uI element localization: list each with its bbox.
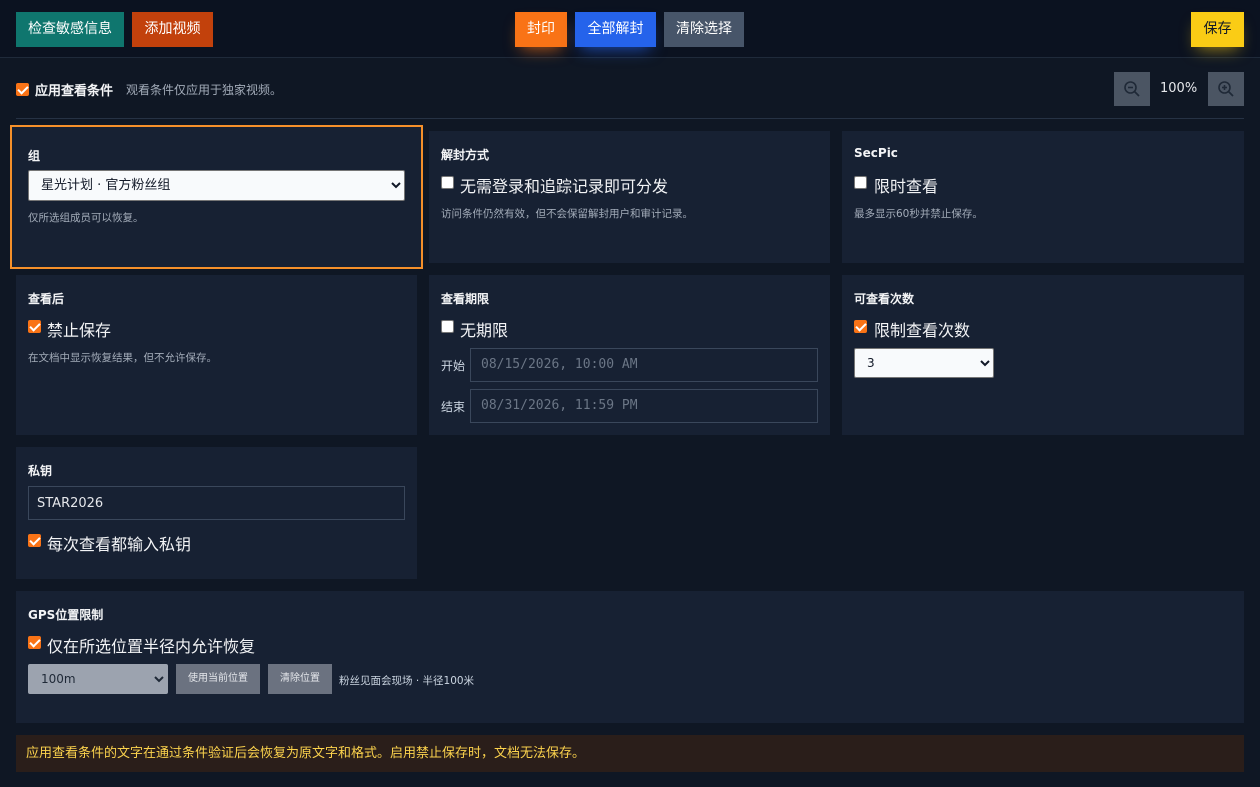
private-key-input[interactable] (28, 486, 405, 520)
start-datetime-input[interactable]: 08/15/2026, 10:00 AM (470, 348, 818, 382)
clear-selection-button[interactable]: 清除选择 (664, 12, 744, 47)
unseal-method-label: 无需登录和追踪记录即可分发 (460, 177, 669, 196)
zoom-in-icon (1218, 81, 1234, 97)
no-save-label: 禁止保存 (47, 321, 112, 340)
gps-radius-label: 仅在所选位置半径内允许恢复 (47, 637, 256, 656)
no-save-checkbox[interactable] (28, 320, 41, 333)
apply-conditions-label: 应用查看条件 (35, 84, 114, 99)
zoom-level: 100% (1160, 81, 1198, 96)
secpic-title: SecPic (854, 146, 898, 160)
gps-title: GPS位置限制 (28, 608, 104, 622)
key-every-view-checkbox[interactable] (28, 534, 41, 547)
group-select[interactable]: 星光计划 · 官方粉丝组 (28, 170, 405, 201)
private-key-card: 私钥 每次查看都输入私钥 (16, 447, 417, 579)
after-view-hint: 在文档中显示恢复结果，但不允许保存。 (28, 352, 217, 364)
period-title: 查看期限 (441, 292, 490, 306)
secpic-card: SecPic 限时查看 最多显示60秒并禁止保存。 (842, 131, 1244, 263)
unseal-method-checkbox[interactable] (441, 176, 454, 189)
apply-conditions-hint: 观看条件仅应用于独家视频。 (126, 83, 283, 97)
top-toolbar: 检查敏感信息 添加视频 封印 全部解封 清除选择 保存 (0, 0, 1260, 58)
save-button[interactable]: 保存 (1191, 12, 1244, 47)
gps-card: GPS位置限制 仅在所选位置半径内允许恢复 100m 使用当前位置 清除位置 粉… (16, 591, 1244, 723)
private-key-title: 私钥 (28, 464, 53, 478)
unseal-method-hint: 访问条件仍然有效，但不会保留解封用户和审计记录。 (441, 208, 693, 220)
zoom-out-icon (1124, 81, 1140, 97)
end-datetime-input[interactable]: 08/31/2026, 11:59 PM (470, 389, 818, 423)
no-limit-label: 无期限 (460, 321, 509, 340)
use-current-location-button[interactable]: 使用当前位置 (176, 664, 260, 694)
seal-button[interactable]: 封印 (515, 12, 567, 47)
end-label: 结束 (441, 400, 466, 414)
limit-count-label: 限制查看次数 (874, 321, 971, 340)
conditions-row: 应用查看条件 观看条件仅应用于独家视频。 100% (16, 72, 1244, 119)
gps-radius-select[interactable]: 100m (28, 664, 168, 694)
group-card: 组 星光计划 · 官方粉丝组 仅所选组成员可以恢复。 (10, 125, 423, 269)
no-limit-checkbox[interactable] (441, 320, 454, 333)
period-card: 查看期限 无期限 开始 08/15/2026, 10:00 AM 结束 08/3… (429, 275, 830, 435)
clear-location-button[interactable]: 清除位置 (268, 664, 332, 694)
view-count-select[interactable]: 3 (854, 348, 994, 378)
secpic-label: 限时查看 (874, 177, 939, 196)
secpic-hint: 最多显示60秒并禁止保存。 (854, 208, 983, 220)
zoom-out-button[interactable] (1114, 72, 1150, 106)
group-title: 组 (28, 149, 41, 163)
apply-conditions-checkbox[interactable] (16, 83, 29, 96)
view-count-card: 可查看次数 限制查看次数 3 (842, 275, 1244, 435)
gps-radius-checkbox[interactable] (28, 636, 41, 649)
start-label: 开始 (441, 359, 466, 373)
check-sensitive-button[interactable]: 检查敏感信息 (16, 12, 124, 47)
view-count-title: 可查看次数 (854, 292, 915, 306)
group-hint: 仅所选组成员可以恢复。 (28, 212, 144, 224)
key-every-view-label: 每次查看都输入私钥 (47, 535, 192, 554)
add-video-button[interactable]: 添加视频 (132, 12, 213, 47)
after-view-title: 查看后 (28, 292, 65, 306)
limit-count-checkbox[interactable] (854, 320, 867, 333)
after-view-card: 查看后 禁止保存 在文档中显示恢复结果，但不允许保存。 (16, 275, 417, 435)
unseal-method-card: 解封方式 无需登录和追踪记录即可分发 访问条件仍然有效，但不会保留解封用户和审计… (429, 131, 830, 263)
zoom-in-button[interactable] (1208, 72, 1244, 106)
unseal-all-button[interactable]: 全部解封 (575, 12, 656, 47)
unseal-method-title: 解封方式 (441, 148, 490, 162)
gps-location-text: 粉丝见面会现场 · 半径100米 (339, 675, 475, 687)
notice-banner: 应用查看条件的文字在通过条件验证后会恢复为原文字和格式。启用禁止保存时，文档无法… (16, 735, 1244, 772)
secpic-checkbox[interactable] (854, 176, 867, 189)
